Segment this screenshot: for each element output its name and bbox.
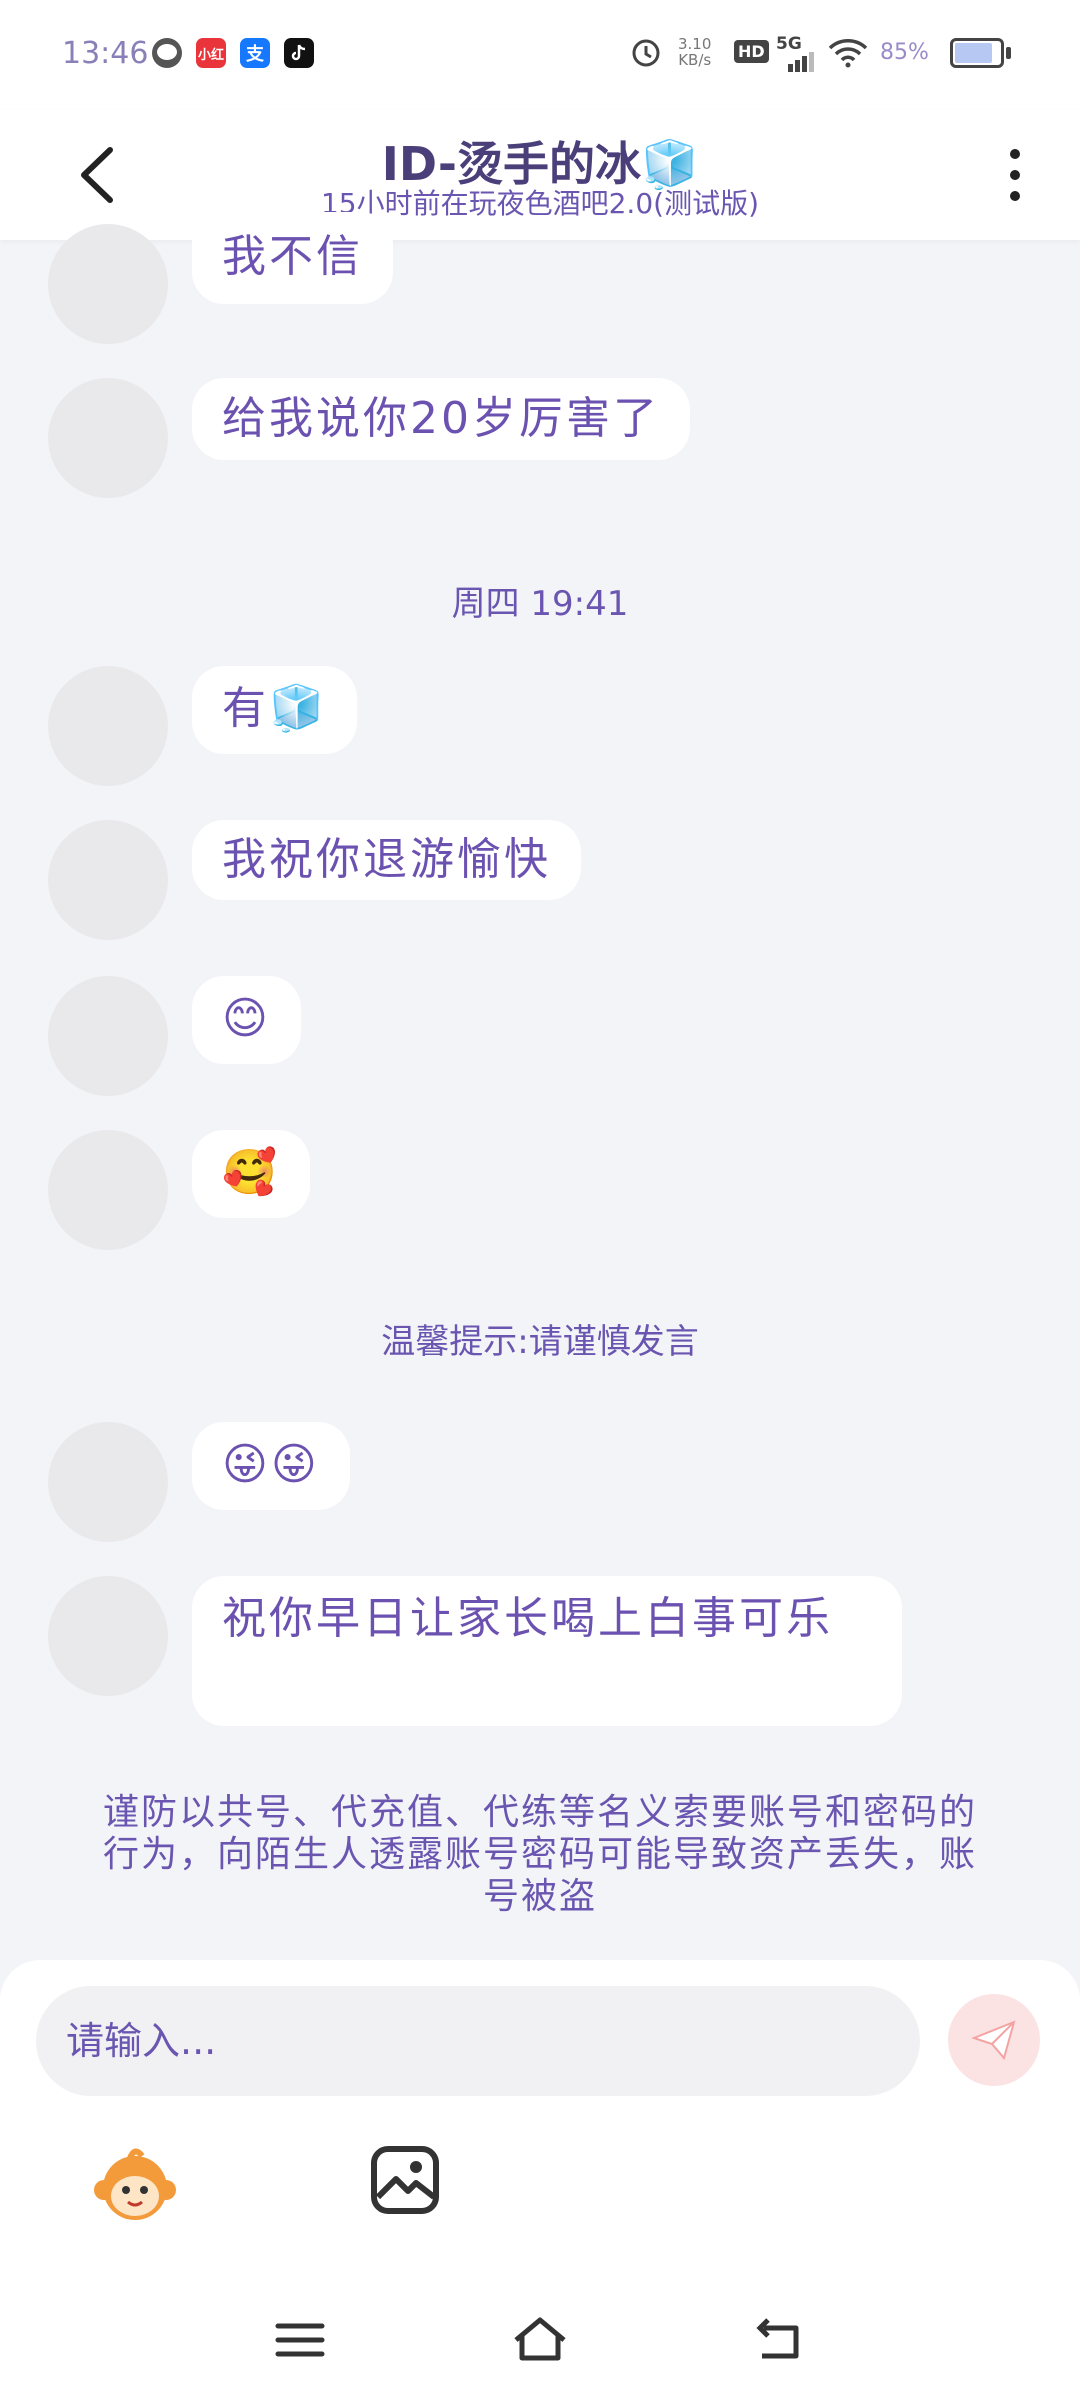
back-nav-button[interactable] [750, 2310, 810, 2370]
time-divider: 周四 19:41 [451, 584, 629, 624]
alarm-icon [630, 36, 662, 74]
tiktok-icon [284, 38, 314, 68]
status-time: 13:46 [62, 36, 149, 71]
system-nav-bar [0, 2290, 1080, 2400]
tip-text: 温馨提示:请谨慎发言 [381, 1322, 699, 1362]
net-speed-value: 3.10 [678, 35, 712, 53]
monkey-sticker-icon [94, 2148, 176, 2220]
message-bubble[interactable]: 我祝你退游愉快 [192, 820, 581, 900]
message-bubble[interactable]: 我不信 [192, 212, 393, 304]
image-icon [371, 2146, 439, 2214]
avatar[interactable] [48, 1576, 168, 1696]
message-bubble[interactable]: 祝你早日让家长喝上白事可乐 [192, 1576, 902, 1726]
xiaohongshu-icon: 小红 [196, 38, 226, 68]
net-speed-unit: KB/s [678, 51, 712, 69]
avatar[interactable] [48, 820, 168, 940]
message-icon [152, 38, 182, 68]
battery-percent: 85% [880, 40, 929, 65]
security-warning: 谨防以共号、代充值、代练等名义索要账号和密码的行为，向陌生人透露账号密码可能导致… [102, 1792, 977, 1917]
more-button[interactable] [990, 140, 1040, 210]
avatar[interactable] [48, 1422, 168, 1542]
avatar[interactable] [48, 224, 168, 344]
avatar[interactable] [48, 976, 168, 1096]
more-vertical-icon [1010, 149, 1020, 201]
message-bubble[interactable]: 🥰 [192, 1130, 310, 1218]
home-button[interactable] [510, 2310, 570, 2370]
chat-header: ID-烫手的冰🧊 15小时前在玩夜色酒吧2.0(测试版) [0, 110, 1080, 240]
avatar[interactable] [48, 666, 168, 786]
battery-fill [955, 43, 992, 63]
message-bubble[interactable]: 有🧊 [192, 666, 357, 754]
avatar[interactable] [48, 378, 168, 498]
hd-badge: HD [734, 40, 769, 63]
battery-icon [950, 38, 1004, 68]
back-arrow-icon [756, 2318, 799, 2359]
status-bar: 13:46 小红 支 3.10 KB/s HD 5G 85% [0, 0, 1080, 110]
menu-button[interactable] [270, 2310, 330, 2370]
message-bubble[interactable]: 给我说你20岁厉害了 [192, 378, 690, 460]
alipay-icon: 支 [240, 38, 270, 68]
battery-cap [1006, 47, 1011, 59]
image-button[interactable] [370, 2145, 440, 2215]
signal-icon [780, 50, 814, 78]
message-bubble[interactable]: 😜😜 [192, 1422, 350, 1510]
menu-icon [275, 2323, 325, 2357]
send-button[interactable] [948, 1994, 1040, 2086]
home-icon [514, 2317, 566, 2361]
message-bubble[interactable]: 😊 [192, 976, 301, 1064]
chat-subtitle: 15小时前在玩夜色酒吧2.0(测试版) [320, 187, 759, 220]
send-icon [971, 2020, 1016, 2061]
net-speed: 3.10 KB/s [678, 36, 711, 68]
sticker-button[interactable] [90, 2140, 180, 2230]
message-input[interactable]: 请输入... [36, 1986, 920, 2096]
avatar[interactable] [48, 1130, 168, 1250]
wifi-icon [828, 38, 868, 74]
